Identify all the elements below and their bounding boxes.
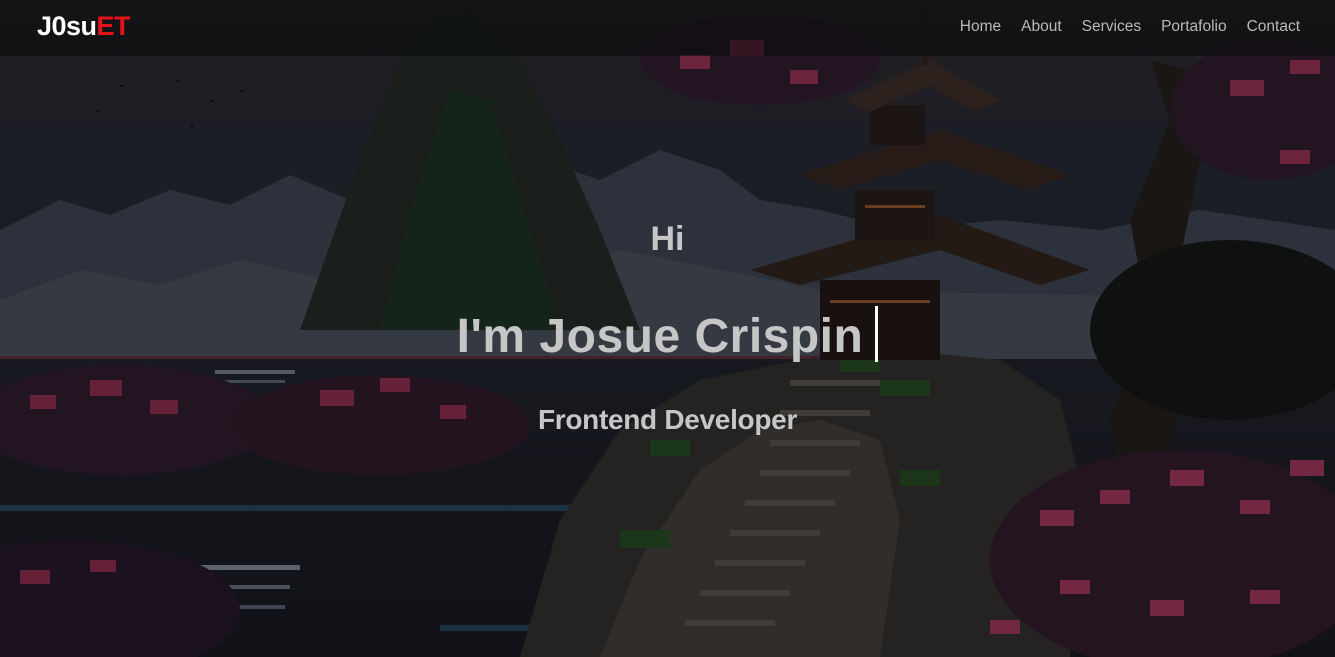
hero-role: Frontend Developer xyxy=(537,404,798,435)
brand-logo[interactable]: J0suET xyxy=(37,11,131,42)
hero-name: I'm Josue Crispin xyxy=(456,310,864,363)
nav-link-contact[interactable]: Contact xyxy=(1247,18,1300,36)
brand-logo-part1: J0su xyxy=(37,11,97,41)
hero-name-row: I'm Josue Crispin xyxy=(0,306,1335,364)
nav-link-services[interactable]: Services xyxy=(1082,18,1141,36)
brand-logo-part2: ET xyxy=(96,11,131,41)
nav-link-about[interactable]: About xyxy=(1021,18,1062,36)
typing-cursor xyxy=(875,306,879,362)
nav-link-home[interactable]: Home xyxy=(960,18,1001,36)
hero-text: Hi I'm Josue Crispin Frontend Developer xyxy=(0,0,1335,657)
nav-link-portafolio[interactable]: Portafolio xyxy=(1161,18,1226,36)
nav-links: Home About Services Portafolio Contact xyxy=(960,18,1300,36)
hero-section: J0suET Home About Services Portafolio Co… xyxy=(0,0,1335,657)
hero-greeting: Hi xyxy=(650,220,685,258)
navbar: J0suET Home About Services Portafolio Co… xyxy=(0,0,1335,56)
